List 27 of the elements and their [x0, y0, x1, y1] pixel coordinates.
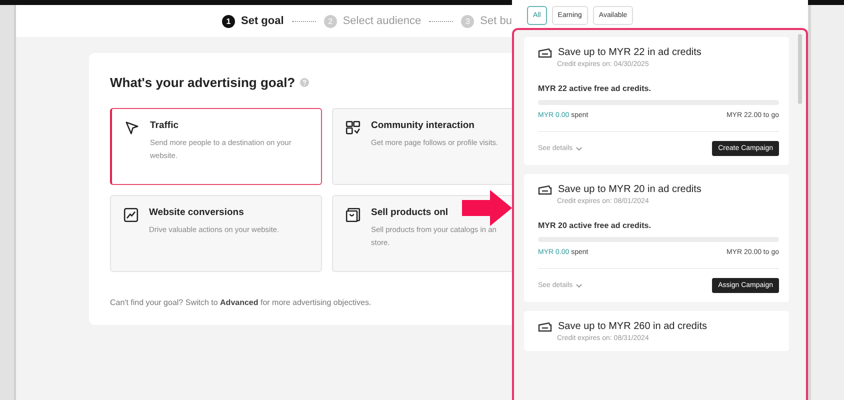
credit-title: Save up to MYR 22 in ad credits: [558, 47, 702, 58]
credit-title: Save up to MYR 20 in ad credits: [558, 184, 702, 195]
goal-heading: What's your advertising goal?: [110, 75, 296, 90]
option-title: Community interaction: [371, 120, 476, 131]
credit-summary: MYR 22 active free ad credits.: [538, 84, 652, 93]
credit-summary: MYR 20 active free ad credits.: [538, 221, 652, 230]
credit-title: Save up to MYR 260 in ad credits: [558, 321, 707, 332]
grid-icon: [345, 120, 361, 136]
chevron-icon: [576, 146, 582, 150]
cursor-icon: [124, 120, 140, 136]
step-label: Set goal: [241, 15, 284, 27]
ticket-icon: [538, 322, 552, 332]
ticket-icon: [538, 184, 552, 194]
option-title: Sell products onl: [371, 207, 450, 218]
step-number: 1: [222, 14, 235, 28]
arrow-icon: [462, 190, 512, 226]
advanced-hint: Can't find your goal? Switch to Advanced for more advertising objectives.: [110, 298, 372, 307]
help-icon[interactable]: [300, 78, 310, 87]
ticket-icon: [538, 48, 552, 58]
scrollbar[interactable]: [798, 34, 802, 104]
step-label: Select audience: [342, 15, 422, 27]
option-title: Website conversions: [149, 207, 245, 218]
chart-icon: [123, 207, 139, 223]
bag-icon: [345, 207, 361, 223]
step-label: Set bu: [480, 15, 512, 27]
option-title: Traffic: [150, 120, 180, 131]
chevron-icon: [576, 284, 582, 288]
